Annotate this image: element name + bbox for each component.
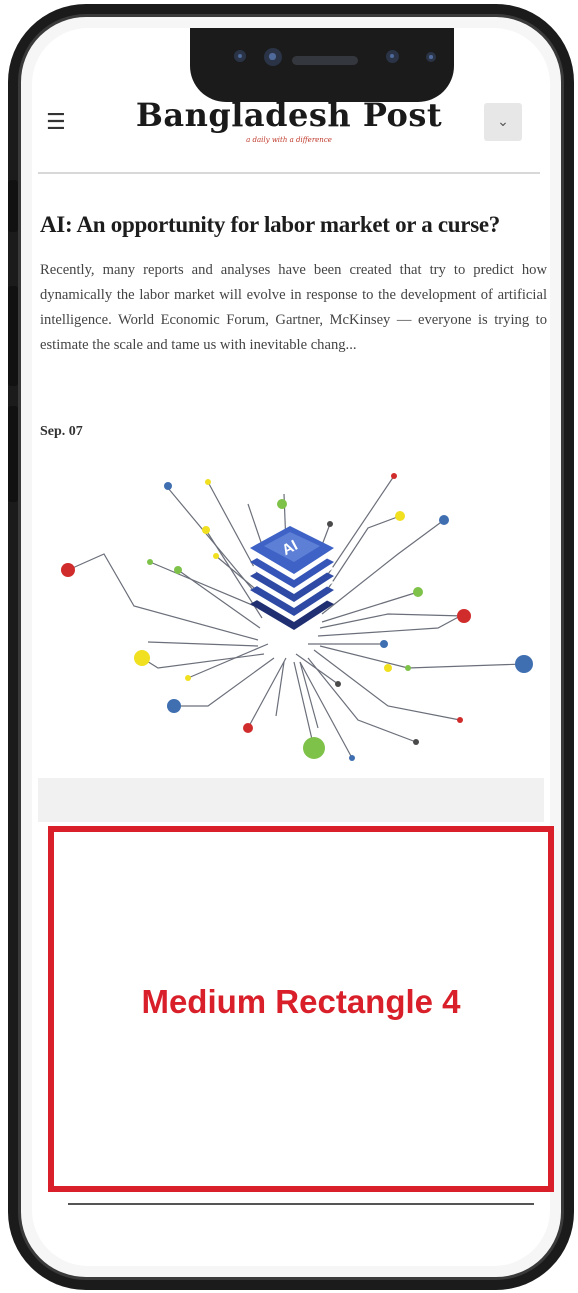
front-camera (264, 48, 282, 66)
chevron-down-icon[interactable]: ⌄ (484, 103, 522, 141)
volume-up-button (8, 286, 18, 386)
article-title[interactable]: AI: An opportunity for labor market or a… (40, 212, 550, 238)
proximity-sensor (386, 50, 399, 63)
article-summary: Recently, many reports and analyses have… (40, 262, 547, 354)
earpiece-speaker (292, 56, 358, 65)
volume-down-button (8, 406, 18, 502)
front-sensor (234, 50, 246, 62)
header-divider (38, 172, 540, 174)
ad-label: Medium Rectangle 4 (141, 983, 461, 1020)
ad-placeholder[interactable]: Medium Rectangle 4 (48, 826, 554, 1192)
mockup-stage: ☰ Bangladesh Post a daily with a differe… (0, 0, 578, 1293)
bottom-divider (68, 1203, 534, 1205)
article-image[interactable]: AI (38, 458, 548, 778)
ambient-sensor (426, 52, 436, 62)
article-date: Sep. 07 (40, 424, 83, 439)
phone-notch (190, 28, 454, 102)
mute-switch (8, 180, 18, 232)
content-separator (38, 778, 544, 822)
